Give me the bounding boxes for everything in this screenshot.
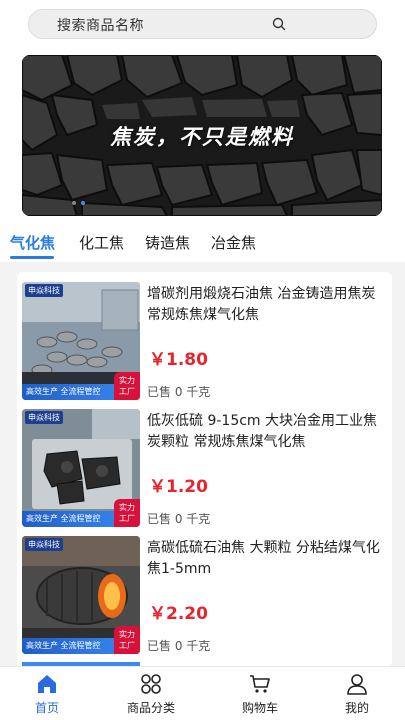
- banner-slogan: 焦炭，不只是燃料: [110, 125, 294, 149]
- product-title[interactable]: 增碳剂用煅烧石油焦 冶金铸造用焦炭 常规炼焦煤气化焦: [147, 284, 385, 326]
- brand-tag: 申焱科技: [25, 284, 63, 297]
- product-image[interactable]: 申焱科技 高效生产 全流程管控 实力 工厂: [22, 282, 140, 400]
- product-image[interactable]: 申焱科技 高效生产 全流程管控 实力 工厂: [22, 409, 140, 527]
- product-image[interactable]: 申焱科技 高效生产 全流程管控 实力 工厂: [22, 536, 140, 654]
- sold-count: 已售 0 千克: [147, 512, 211, 526]
- product-list: 申焱科技 高效生产 全流程管控 实力 工厂 增碳剂用煅烧石油焦 冶金铸造用焦炭 常…: [17, 272, 392, 667]
- promo-banner[interactable]: 焦炭，不只是燃料: [22, 55, 382, 216]
- carousel-dot[interactable]: [72, 201, 76, 205]
- sold-count: 已售 0 千克: [147, 385, 211, 399]
- nav-category[interactable]: 商品分类: [111, 673, 191, 716]
- carousel-dot-active[interactable]: [81, 201, 85, 205]
- bottom-navigation: 首页 商品分类 购物车 我的: [0, 666, 405, 720]
- product-price: ￥1.20: [149, 477, 208, 497]
- search-bar[interactable]: 搜索商品名称: [28, 9, 377, 39]
- home-icon: [38, 675, 56, 693]
- factory-badge: 实力 工厂: [114, 499, 140, 527]
- nav-label: 首页: [34, 701, 59, 715]
- brand-tag: 申焱科技: [25, 538, 63, 551]
- carousel-indicator: [72, 201, 85, 205]
- product-card[interactable]: 申焱科技 高效生产 全流程管控 实力 工厂 增碳剂用煅烧石油焦 冶金铸造用焦炭 常…: [17, 272, 392, 400]
- nav-cart[interactable]: 购物车: [220, 673, 300, 716]
- tab-gasification-coke[interactable]: 气化焦: [10, 232, 55, 253]
- brand-tag: 申焱科技: [25, 411, 63, 424]
- nav-home[interactable]: 首页: [7, 673, 87, 716]
- sold-count: 已售 0 千克: [147, 639, 211, 653]
- nav-label: 购物车: [241, 701, 278, 715]
- search-input[interactable]: 搜索商品名称: [57, 15, 144, 35]
- nav-label: 商品分类: [126, 701, 175, 715]
- promo-strip-text: 高效生产 全流程管控: [26, 641, 101, 650]
- active-tab-indicator: [10, 256, 54, 259]
- nav-label: 我的: [344, 701, 369, 715]
- tab-chemical-coke[interactable]: 化工焦: [79, 232, 124, 253]
- search-icon[interactable]: [272, 17, 286, 31]
- cart-icon: [250, 675, 270, 693]
- promo-strip-text: 高效生产 全流程管控: [26, 387, 101, 396]
- product-price: ￥1.80: [149, 350, 208, 370]
- product-card[interactable]: 申焱科技 高效生产 全流程管控 实力 工厂 低灰低硫 9-15cm 大块冶金用工业…: [17, 399, 392, 527]
- header-area: 搜索商品名称 焦炭，不只是燃料 气化焦 化工焦 铸造焦 冶金焦: [0, 0, 405, 262]
- product-price: ￥2.20: [149, 604, 208, 624]
- nav-profile[interactable]: 我的: [317, 673, 397, 716]
- product-title[interactable]: 高碳低硫石油焦 大颗粒 分粘结煤气化焦1-5mm: [147, 538, 385, 580]
- category-icon: [141, 674, 161, 694]
- factory-badge: 实力 工厂: [114, 372, 140, 400]
- tab-foundry-coke[interactable]: 铸造焦: [145, 232, 190, 253]
- promo-strip-text: 高效生产 全流程管控: [26, 514, 101, 523]
- factory-badge: 实力 工厂: [114, 626, 140, 654]
- tab-metallurgical-coke[interactable]: 冶金焦: [211, 232, 256, 253]
- category-tabs: 气化焦 化工焦 铸造焦 冶金焦: [0, 232, 405, 260]
- user-icon: [347, 674, 367, 695]
- product-card[interactable]: 申焱科技 高效生产 全流程管控 实力 工厂 高碳低硫石油焦 大颗粒 分粘结煤气化焦…: [17, 526, 392, 654]
- product-title[interactable]: 低灰低硫 9-15cm 大块冶金用工业焦炭颗粒 常规炼焦煤气化焦: [147, 411, 385, 453]
